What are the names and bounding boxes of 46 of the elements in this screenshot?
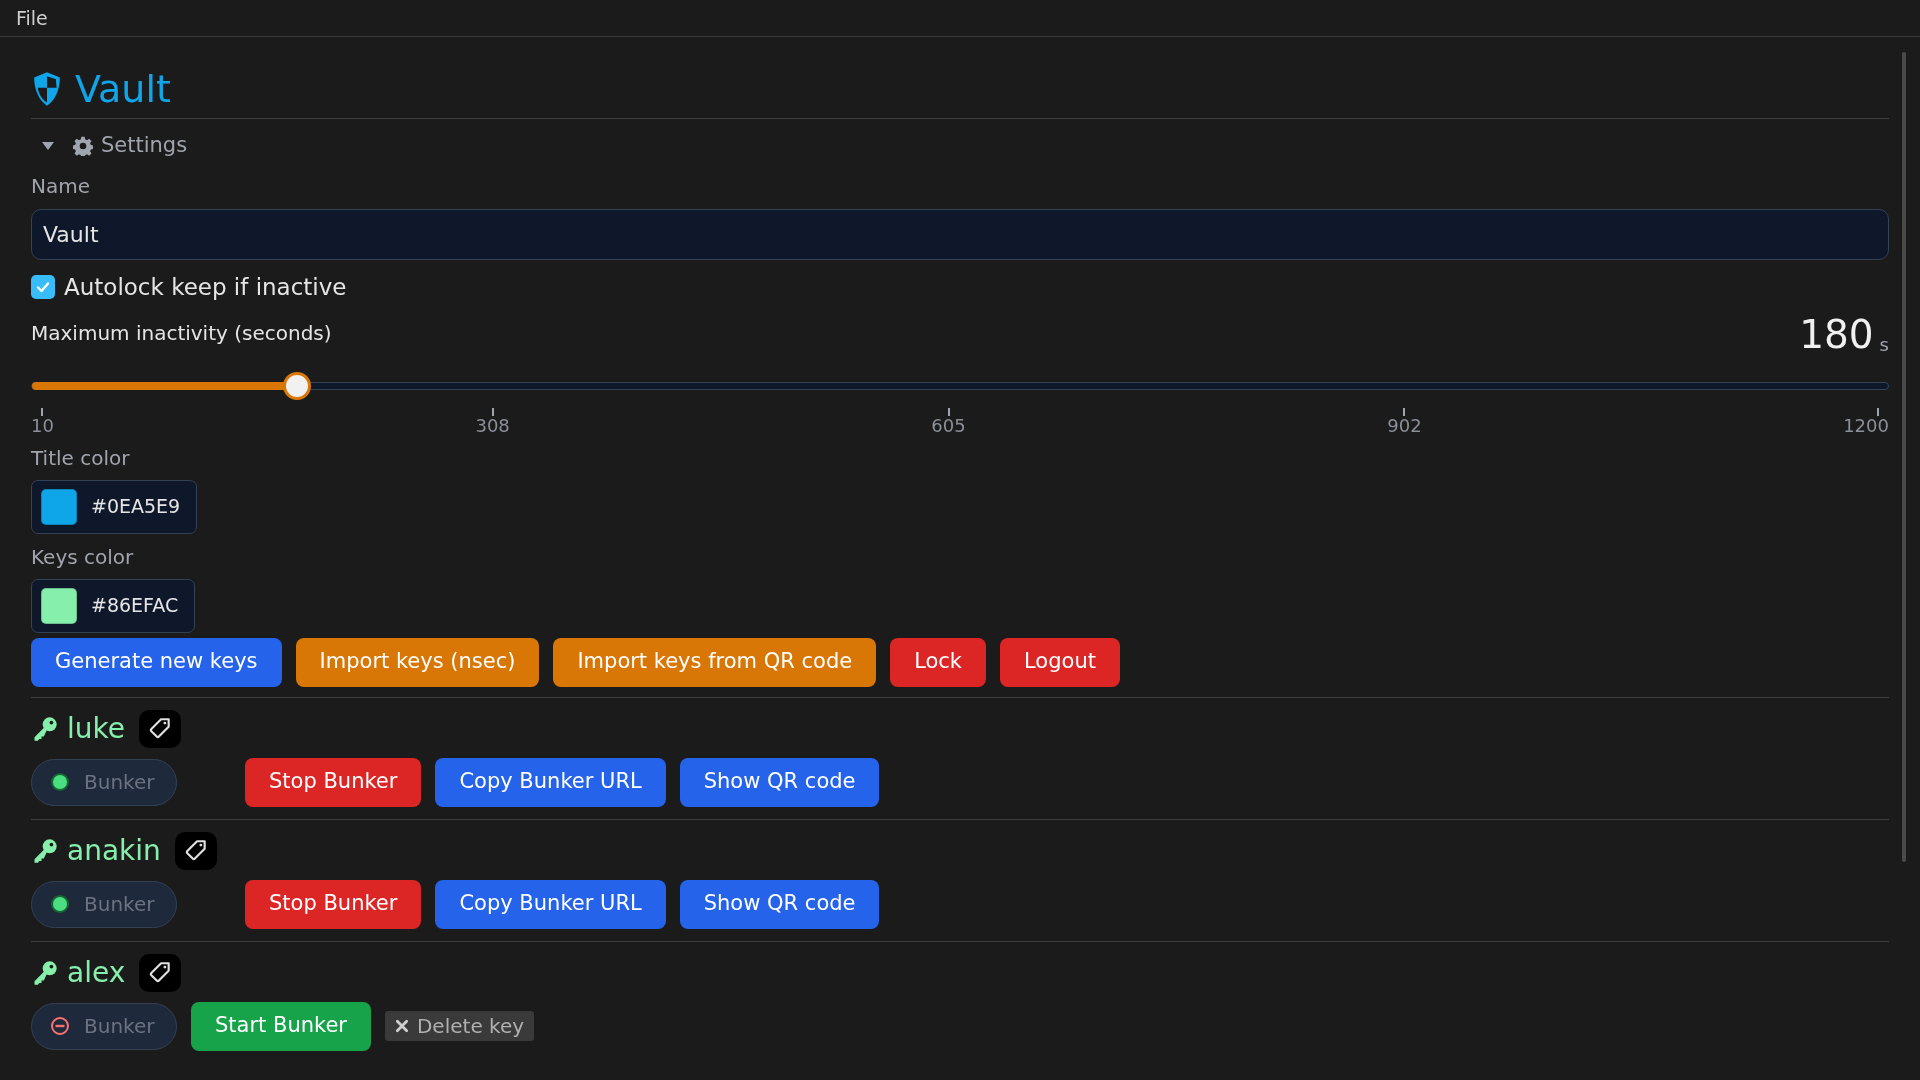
collapse-triangle-icon[interactable] <box>41 141 55 151</box>
tag-button[interactable] <box>174 831 217 870</box>
action-button[interactable]: Copy Bunker URL <box>435 757 666 807</box>
field-label: Title color <box>31 444 131 472</box>
tick-label: 1200 <box>1843 416 1889 435</box>
action-button[interactable]: Stop Bunker <box>245 757 422 807</box>
color-picker[interactable]: #86EFAC <box>31 578 196 633</box>
action-button[interactable]: Lock <box>890 637 987 687</box>
tag-button[interactable] <box>139 953 182 992</box>
unit-label: s <box>1879 335 1889 354</box>
tick-label: 10 <box>31 416 54 435</box>
action-button[interactable]: Import keys (nsec) <box>295 637 540 687</box>
slider-label: Maximum inactivity (seconds) <box>31 319 332 347</box>
action-button[interactable]: Generate new keys <box>31 637 282 687</box>
action-button[interactable]: Copy Bunker URL <box>435 879 666 929</box>
tick-label: 902 <box>1387 416 1422 435</box>
vault-title: Vault <box>75 70 171 108</box>
close-icon <box>394 1019 409 1033</box>
action-button[interactable]: Stop Bunker <box>245 879 422 929</box>
action-button[interactable]: Logout <box>1000 637 1120 687</box>
action-button[interactable]: Show QR code <box>679 757 880 807</box>
name-input[interactable]: Vault <box>31 209 1889 260</box>
action-button[interactable]: Import keys from QR code <box>553 637 877 687</box>
color-picker[interactable]: #0EA5E9 <box>31 479 198 534</box>
settings-icon <box>73 136 93 156</box>
status-label: Bunker <box>84 1013 155 1040</box>
status-label: Bunker <box>84 769 155 796</box>
key-name: alex <box>67 958 126 987</box>
field-label: Name <box>31 173 91 200</box>
tick-label: 308 <box>475 416 510 435</box>
key-name: anakin <box>67 836 161 865</box>
menu-item[interactable]: File <box>16 3 48 33</box>
key-name: luke <box>67 714 125 743</box>
tick-label: 605 <box>931 416 966 435</box>
action-button[interactable]: Start Bunker <box>191 1001 371 1051</box>
settings-toggle[interactable]: Settings <box>101 130 188 162</box>
slider-thumb[interactable] <box>283 371 312 400</box>
status-label: Bunker <box>84 891 155 918</box>
checkbox[interactable] <box>31 275 55 300</box>
field-label: Keys color <box>31 543 135 571</box>
action-button[interactable]: Show QR code <box>679 879 880 929</box>
delete-key-button[interactable]: Delete key <box>384 1011 535 1041</box>
checkbox-label: Autolock keep if inactive <box>64 273 347 302</box>
slider-value: 180 <box>1799 314 1874 354</box>
tag-button[interactable] <box>138 709 181 748</box>
shield-icon <box>31 71 63 107</box>
